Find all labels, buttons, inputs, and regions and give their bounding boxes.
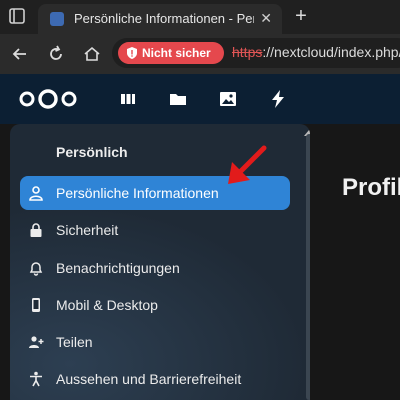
lock-icon: [30, 223, 42, 237]
tab-actions-icon[interactable]: [8, 7, 26, 25]
photos-icon[interactable]: [218, 89, 238, 109]
browser-tab-strip: Persönliche Informationen - Persö ✕ +: [0, 0, 400, 34]
sidebar-item-label: Aussehen und Barrierefreiheit: [56, 371, 242, 387]
accessibility-icon: [30, 371, 42, 387]
nextcloud-logo-icon[interactable]: [18, 88, 78, 110]
person-icon: [29, 186, 43, 201]
close-tab-icon[interactable]: ✕: [260, 10, 272, 27]
sidebar-item-label: Persönliche Informationen: [56, 185, 219, 201]
url-text[interactable]: https://nextcloud/index.php/: [232, 44, 400, 60]
sidebar-item-appearance[interactable]: Aussehen und Barrierefreiheit: [20, 362, 290, 396]
bell-icon: [29, 262, 43, 276]
page-title: Profil: [342, 174, 400, 201]
sidebar-item-label: Mobil & Desktop: [56, 297, 158, 313]
annotation-arrow-icon: [228, 145, 267, 184]
new-tab-icon[interactable]: +: [290, 6, 312, 28]
sidebar-item-label: Sicherheit: [56, 222, 119, 238]
sidebar-item-notifications[interactable]: Benachrichtigungen: [20, 251, 290, 285]
nextcloud-header: [0, 74, 400, 124]
shield-warning-icon: [127, 47, 137, 59]
sidebar-item-sharing[interactable]: Teilen: [20, 325, 290, 359]
sidebar-item-label: Benachrichtigungen: [56, 260, 180, 276]
security-label: Nicht sicher: [142, 46, 211, 60]
sidebar-item-label: Teilen: [56, 334, 93, 350]
dashboard-icon[interactable]: [118, 89, 138, 109]
url-scheme: https: [232, 44, 263, 60]
back-icon[interactable]: [10, 44, 30, 64]
settings-favicon-icon: [50, 12, 64, 26]
security-warning-chip[interactable]: Nicht sicher: [118, 42, 224, 64]
home-icon[interactable]: [82, 44, 102, 64]
tab-title: Persönliche Informationen - Persö: [74, 11, 254, 26]
phone-icon: [32, 298, 40, 312]
activity-icon[interactable]: [268, 89, 288, 109]
section-title: Persönlich: [56, 144, 128, 160]
files-icon[interactable]: [168, 89, 188, 109]
browser-toolbar: Nicht sicher https://nextcloud/index.php…: [0, 34, 400, 74]
sidebar-item-mobile-desktop[interactable]: Mobil & Desktop: [20, 288, 290, 322]
refresh-icon[interactable]: [46, 44, 66, 64]
address-bar[interactable]: Nicht sicher https://nextcloud/index.php…: [112, 38, 400, 68]
share-icon: [29, 336, 44, 348]
sidebar-item-security[interactable]: Sicherheit: [20, 213, 290, 247]
browser-tab[interactable]: Persönliche Informationen - Persö ✕: [38, 4, 282, 34]
url-rest: ://nextcloud/index.php/: [262, 44, 400, 60]
settings-content: Persönlich Persönliche Informationen Sic…: [0, 124, 400, 400]
sidebar-scrollbar[interactable]: [306, 134, 310, 400]
